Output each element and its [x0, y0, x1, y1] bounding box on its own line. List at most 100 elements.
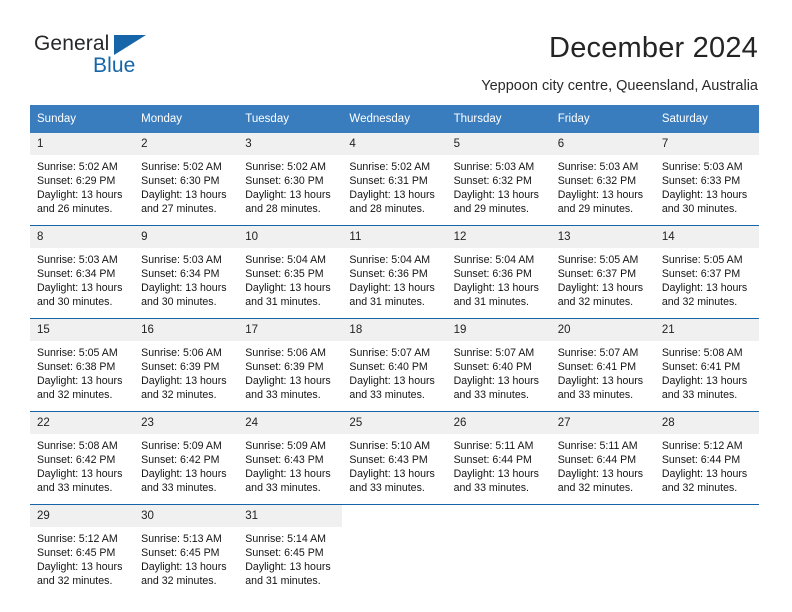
daylight-text-line2: and 33 minutes.	[37, 482, 113, 495]
calendar-day-cell[interactable]: 8 Sunrise: 5:03 AM Sunset: 6:34 PM Dayli…	[30, 225, 135, 319]
calendar-day-cell[interactable]: 23 Sunrise: 5:09 AM Sunset: 6:42 PM Dayl…	[134, 411, 239, 505]
calendar-day-cell[interactable]: 10 Sunrise: 5:04 AM Sunset: 6:35 PM Dayl…	[238, 225, 343, 319]
brand-name-general: General	[34, 32, 110, 55]
day-details: Sunrise: 5:09 AM Sunset: 6:42 PM Dayligh…	[134, 434, 238, 495]
calendar-day-cell[interactable]: 24 Sunrise: 5:09 AM Sunset: 6:43 PM Dayl…	[238, 411, 343, 505]
calendar-day-cell[interactable]: 2 Sunrise: 5:02 AM Sunset: 6:30 PM Dayli…	[134, 133, 239, 226]
calendar-day-cell[interactable]: 18 Sunrise: 5:07 AM Sunset: 6:40 PM Dayl…	[342, 318, 447, 412]
day-details: Sunrise: 5:03 AM Sunset: 6:33 PM Dayligh…	[655, 155, 759, 216]
day-details: Sunrise: 5:03 AM Sunset: 6:32 PM Dayligh…	[447, 155, 551, 216]
sunset-text: Sunset: 6:43 PM	[245, 454, 324, 467]
daylight-text-line2: and 26 minutes.	[37, 203, 113, 216]
sunset-text: Sunset: 6:45 PM	[245, 547, 324, 560]
calendar-day-cell[interactable]: 15 Sunrise: 5:05 AM Sunset: 6:38 PM Dayl…	[30, 318, 135, 412]
sunset-text: Sunset: 6:40 PM	[453, 361, 532, 374]
day-details: Sunrise: 5:12 AM Sunset: 6:44 PM Dayligh…	[655, 434, 759, 495]
calendar-week-row: 8 Sunrise: 5:03 AM Sunset: 6:34 PM Dayli…	[30, 225, 759, 319]
day-number: 3	[238, 133, 343, 155]
calendar-day-cell[interactable]: 11 Sunrise: 5:04 AM Sunset: 6:36 PM Dayl…	[342, 225, 447, 319]
daylight-text-line2: and 29 minutes.	[453, 203, 529, 216]
day-details: Sunrise: 5:05 AM Sunset: 6:38 PM Dayligh…	[30, 341, 134, 402]
day-details: Sunrise: 5:02 AM Sunset: 6:30 PM Dayligh…	[134, 155, 238, 216]
day-number: 14	[654, 226, 759, 248]
sunrise-text: Sunrise: 5:12 AM	[661, 440, 743, 452]
sunrise-text: Sunrise: 5:04 AM	[245, 254, 326, 266]
calendar-day-cell[interactable]: 17 Sunrise: 5:06 AM Sunset: 6:39 PM Dayl…	[238, 318, 343, 412]
daylight-text-line2: and 33 minutes.	[141, 482, 217, 495]
day-number: 21	[654, 319, 759, 341]
day-number: 31	[238, 505, 343, 527]
sunrise-text: Sunrise: 5:12 AM	[37, 533, 118, 545]
sunrise-text: Sunrise: 5:03 AM	[661, 161, 743, 173]
calendar-header-row: Sunday Monday Tuesday Wednesday Thursday…	[30, 105, 759, 133]
daylight-text-line2: and 28 minutes.	[245, 203, 321, 216]
daylight-text-line1: Daylight: 13 hours	[245, 561, 331, 574]
calendar-day-cell[interactable]: 9 Sunrise: 5:03 AM Sunset: 6:34 PM Dayli…	[134, 225, 239, 319]
sunrise-text: Sunrise: 5:11 AM	[557, 440, 638, 452]
day-number: 23	[134, 412, 239, 434]
day-details: Sunrise: 5:07 AM Sunset: 6:40 PM Dayligh…	[342, 341, 446, 402]
sunset-text: Sunset: 6:42 PM	[37, 454, 116, 467]
sunset-text: Sunset: 6:30 PM	[141, 175, 220, 188]
sunrise-text: Sunrise: 5:02 AM	[141, 161, 222, 173]
day-details: Sunrise: 5:04 AM Sunset: 6:35 PM Dayligh…	[238, 248, 342, 309]
calendar-day-cell[interactable]: 19 Sunrise: 5:07 AM Sunset: 6:40 PM Dayl…	[446, 318, 551, 412]
calendar-day-cell[interactable]: 31 Sunrise: 5:14 AM Sunset: 6:45 PM Dayl…	[238, 504, 343, 597]
calendar-day-cell[interactable]: 27 Sunrise: 5:11 AM Sunset: 6:44 PM Dayl…	[550, 411, 655, 505]
general-blue-logo: General Blue	[34, 33, 214, 79]
calendar-day-cell[interactable]: 4 Sunrise: 5:02 AM Sunset: 6:31 PM Dayli…	[342, 133, 447, 226]
day-number: 25	[342, 412, 447, 434]
daylight-text-line1: Daylight: 13 hours	[661, 375, 748, 388]
daylight-text-line2: and 33 minutes.	[245, 482, 321, 495]
weekday-header-thursday: Thursday	[446, 105, 551, 133]
calendar-day-cell[interactable]: 30 Sunrise: 5:13 AM Sunset: 6:45 PM Dayl…	[134, 504, 239, 597]
calendar-day-cell[interactable]: 12 Sunrise: 5:04 AM Sunset: 6:36 PM Dayl…	[446, 225, 551, 319]
calendar-day-cell[interactable]: 29 Sunrise: 5:12 AM Sunset: 6:45 PM Dayl…	[30, 504, 135, 597]
calendar-day-cell[interactable]: 7 Sunrise: 5:03 AM Sunset: 6:33 PM Dayli…	[654, 133, 759, 226]
calendar-day-cell[interactable]: 28 Sunrise: 5:12 AM Sunset: 6:44 PM Dayl…	[654, 411, 759, 505]
calendar-day-cell[interactable]: 26 Sunrise: 5:11 AM Sunset: 6:44 PM Dayl…	[446, 411, 551, 505]
sunrise-text: Sunrise: 5:08 AM	[661, 347, 743, 359]
day-details: Sunrise: 5:04 AM Sunset: 6:36 PM Dayligh…	[342, 248, 446, 309]
day-number: 18	[342, 319, 447, 341]
daylight-text-line2: and 33 minutes.	[349, 389, 425, 402]
daylight-text-line1: Daylight: 13 hours	[661, 468, 748, 481]
day-number: 7	[654, 133, 759, 155]
calendar-day-cell[interactable]: 21 Sunrise: 5:08 AM Sunset: 6:41 PM Dayl…	[654, 318, 759, 412]
sunrise-text: Sunrise: 5:09 AM	[245, 440, 326, 452]
daylight-text-line1: Daylight: 13 hours	[245, 468, 331, 481]
day-details: Sunrise: 5:11 AM Sunset: 6:44 PM Dayligh…	[551, 434, 655, 495]
calendar-week-row: 15 Sunrise: 5:05 AM Sunset: 6:38 PM Dayl…	[30, 318, 759, 412]
daylight-text-line1: Daylight: 13 hours	[37, 189, 123, 202]
day-number: 9	[134, 226, 239, 248]
daylight-text-line2: and 33 minutes.	[245, 389, 321, 402]
day-details: Sunrise: 5:10 AM Sunset: 6:43 PM Dayligh…	[342, 434, 446, 495]
calendar-day-cell[interactable]: 1 Sunrise: 5:02 AM Sunset: 6:29 PM Dayli…	[30, 133, 135, 226]
daylight-text-line1: Daylight: 13 hours	[349, 468, 435, 481]
sunrise-text: Sunrise: 5:03 AM	[453, 161, 535, 173]
daylight-text-line2: and 27 minutes.	[141, 203, 217, 216]
calendar-day-cell[interactable]: 22 Sunrise: 5:08 AM Sunset: 6:42 PM Dayl…	[30, 411, 135, 505]
sunset-text: Sunset: 6:38 PM	[37, 361, 116, 374]
sunrise-text: Sunrise: 5:07 AM	[557, 347, 639, 359]
calendar-day-cell-empty	[342, 504, 447, 597]
calendar-day-cell[interactable]: 3 Sunrise: 5:02 AM Sunset: 6:30 PM Dayli…	[238, 133, 343, 226]
calendar-day-cell[interactable]: 6 Sunrise: 5:03 AM Sunset: 6:32 PM Dayli…	[550, 133, 655, 226]
sunset-text: Sunset: 6:35 PM	[245, 268, 324, 281]
calendar-day-cell[interactable]: 13 Sunrise: 5:05 AM Sunset: 6:37 PM Dayl…	[550, 225, 655, 319]
day-details: Sunrise: 5:06 AM Sunset: 6:39 PM Dayligh…	[238, 341, 342, 402]
daylight-text-line1: Daylight: 13 hours	[141, 375, 227, 388]
calendar-day-cell[interactable]: 5 Sunrise: 5:03 AM Sunset: 6:32 PM Dayli…	[446, 133, 551, 226]
calendar-day-cell[interactable]: 16 Sunrise: 5:06 AM Sunset: 6:39 PM Dayl…	[134, 318, 239, 412]
calendar-day-cell[interactable]: 14 Sunrise: 5:05 AM Sunset: 6:37 PM Dayl…	[654, 225, 759, 319]
daylight-text-line1: Daylight: 13 hours	[37, 282, 123, 295]
day-details: Sunrise: 5:08 AM Sunset: 6:41 PM Dayligh…	[655, 341, 759, 402]
calendar-day-cell[interactable]: 20 Sunrise: 5:07 AM Sunset: 6:41 PM Dayl…	[550, 318, 655, 412]
day-number: 26	[446, 412, 551, 434]
sunset-text: Sunset: 6:41 PM	[557, 361, 637, 374]
sunrise-text: Sunrise: 5:08 AM	[37, 440, 118, 452]
daylight-text-line1: Daylight: 13 hours	[245, 282, 331, 295]
calendar-week-row: 22 Sunrise: 5:08 AM Sunset: 6:42 PM Dayl…	[30, 411, 759, 505]
calendar-day-cell[interactable]: 25 Sunrise: 5:10 AM Sunset: 6:43 PM Dayl…	[342, 411, 447, 505]
sunset-text: Sunset: 6:34 PM	[37, 268, 116, 281]
